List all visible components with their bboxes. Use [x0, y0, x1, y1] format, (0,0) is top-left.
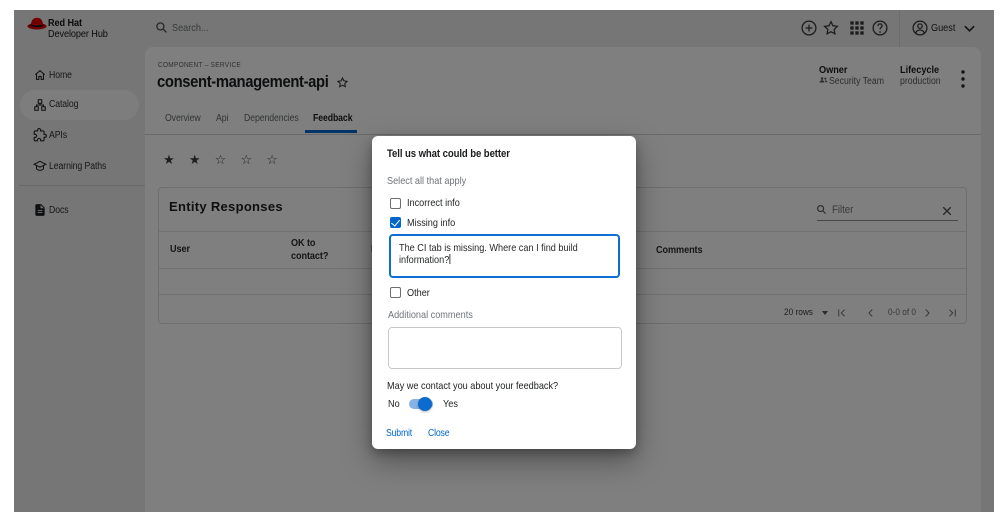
modal-title: Tell us what could be better — [387, 148, 510, 160]
toggle-label-yes: Yes — [443, 398, 458, 410]
checkbox-label[interactable]: Missing info — [407, 217, 455, 229]
additional-comments-textarea[interactable] — [388, 327, 622, 369]
text-cursor — [449, 254, 450, 264]
feedback-text: The CI tab is missing. Where can I find … — [399, 242, 578, 267]
feedback-textarea[interactable]: The CI tab is missing. Where can I find … — [389, 234, 620, 278]
checkbox-missing-info[interactable] — [390, 217, 401, 228]
toggle-label-no: No — [388, 398, 400, 410]
app-window: Search... Guest Red Hat Developer Hub Ho… — [14, 10, 994, 512]
checkbox-label[interactable]: Other — [407, 287, 430, 299]
additional-comments-label: Additional comments — [388, 309, 473, 321]
close-button[interactable]: Close — [428, 428, 449, 439]
contact-question: May we contact you about your feedback? — [387, 380, 558, 392]
feedback-text-wrap: The CI tab is missing. Where can I find … — [399, 242, 610, 267]
modal-subtitle: Select all that apply — [387, 175, 466, 187]
submit-button[interactable]: Submit — [386, 428, 412, 439]
feedback-modal: Tell us what could be better Select all … — [372, 136, 636, 449]
checkbox-label[interactable]: Incorrect info — [407, 197, 460, 209]
checkbox-other[interactable] — [390, 287, 401, 298]
screenshot-stage: Search... Guest Red Hat Developer Hub Ho… — [0, 0, 1005, 521]
contact-toggle-thumb[interactable] — [418, 397, 432, 411]
checkbox-incorrect-info[interactable] — [390, 198, 401, 209]
